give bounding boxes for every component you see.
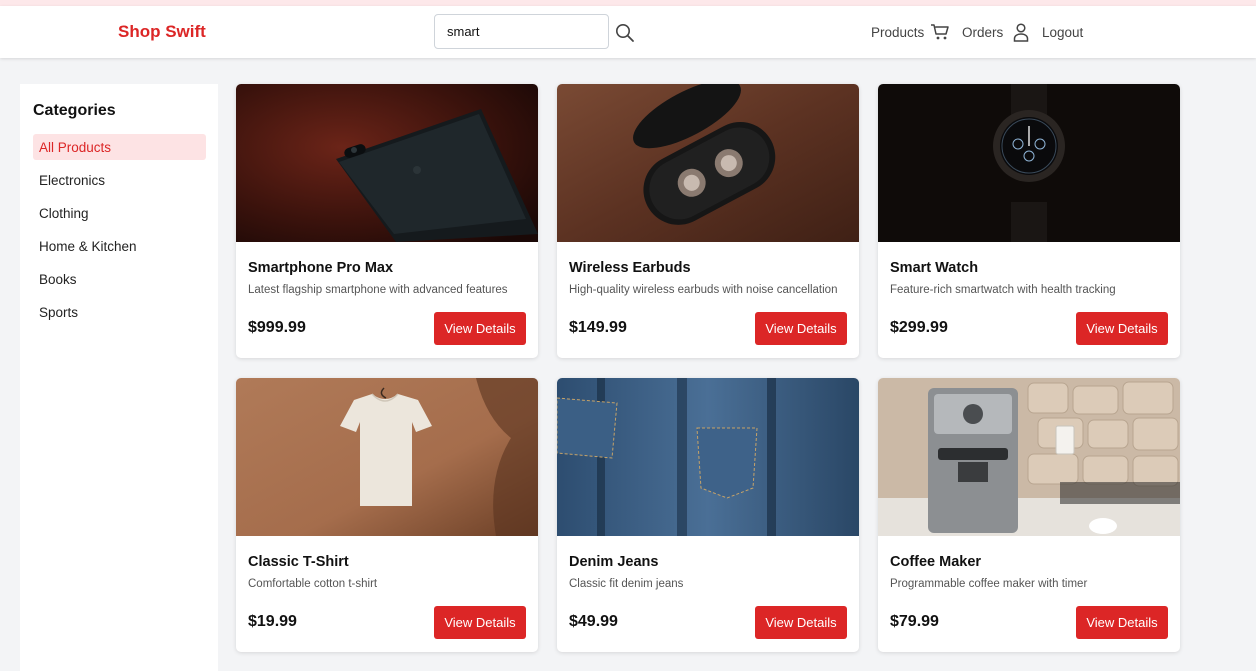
- earbuds-photo: [557, 84, 859, 242]
- product-description: Latest flagship smartphone with advanced…: [248, 284, 508, 296]
- product-name[interactable]: Classic T-Shirt: [248, 554, 349, 570]
- product-price: $79.99: [890, 613, 939, 630]
- product-price: $19.99: [248, 613, 297, 630]
- nav-products-link[interactable]: Products: [871, 25, 924, 40]
- view-details-button[interactable]: View Details: [755, 606, 847, 639]
- jeans-photo: [557, 378, 859, 536]
- view-details-button[interactable]: View Details: [755, 312, 847, 345]
- product-card: Smartphone Pro Max Latest flagship smart…: [236, 84, 538, 358]
- view-details-button[interactable]: View Details: [434, 606, 526, 639]
- product-name[interactable]: Smartphone Pro Max: [248, 260, 393, 276]
- product-card: Coffee Maker Programmable coffee maker w…: [878, 378, 1180, 652]
- category-item-electronics[interactable]: Electronics: [33, 167, 206, 193]
- top-navbar: Shop Swift Products Orders Logout: [0, 6, 1256, 58]
- categories-title: Categories: [33, 102, 116, 119]
- coffee-maker-photo: [878, 378, 1180, 536]
- tshirt-photo: [236, 378, 538, 536]
- search-icon[interactable]: [614, 22, 636, 44]
- cart-icon[interactable]: [930, 22, 950, 42]
- product-description: High-quality wireless earbuds with noise…: [569, 284, 838, 296]
- product-description: Programmable coffee maker with timer: [890, 578, 1088, 590]
- product-name[interactable]: Coffee Maker: [890, 554, 981, 570]
- view-details-button[interactable]: View Details: [434, 312, 526, 345]
- nav-orders-link[interactable]: Orders: [962, 25, 1003, 40]
- brand-logo[interactable]: Shop Swift: [118, 22, 206, 42]
- category-item-clothing[interactable]: Clothing: [33, 200, 206, 226]
- product-price: $49.99: [569, 613, 618, 630]
- product-card: Denim Jeans Classic fit denim jeans $49.…: [557, 378, 859, 652]
- product-price: $299.99: [890, 319, 948, 336]
- category-item-sports[interactable]: Sports: [33, 299, 206, 325]
- user-icon[interactable]: [1011, 22, 1031, 42]
- categories-sidebar: Categories All Products Electronics Clot…: [20, 84, 218, 671]
- category-item-all-products[interactable]: All Products: [33, 134, 206, 160]
- search-input[interactable]: [434, 14, 609, 49]
- product-card: Wireless Earbuds High-quality wireless e…: [557, 84, 859, 358]
- product-card: Classic T-Shirt Comfortable cotton t-shi…: [236, 378, 538, 652]
- product-card: Smart Watch Feature-rich smartwatch with…: [878, 84, 1180, 358]
- product-name[interactable]: Denim Jeans: [569, 554, 658, 570]
- view-details-button[interactable]: View Details: [1076, 606, 1168, 639]
- smartphone-photo: [236, 84, 538, 242]
- category-item-books[interactable]: Books: [33, 266, 206, 292]
- category-item-home-kitchen[interactable]: Home & Kitchen: [33, 233, 206, 259]
- smartwatch-photo: [878, 84, 1180, 242]
- product-price: $149.99: [569, 319, 627, 336]
- product-price: $999.99: [248, 319, 306, 336]
- view-details-button[interactable]: View Details: [1076, 312, 1168, 345]
- logout-link[interactable]: Logout: [1042, 25, 1083, 40]
- product-name[interactable]: Smart Watch: [890, 260, 978, 276]
- product-description: Feature-rich smartwatch with health trac…: [890, 284, 1116, 296]
- product-description: Classic fit denim jeans: [569, 578, 684, 590]
- product-name[interactable]: Wireless Earbuds: [569, 260, 691, 276]
- product-description: Comfortable cotton t-shirt: [248, 578, 378, 590]
